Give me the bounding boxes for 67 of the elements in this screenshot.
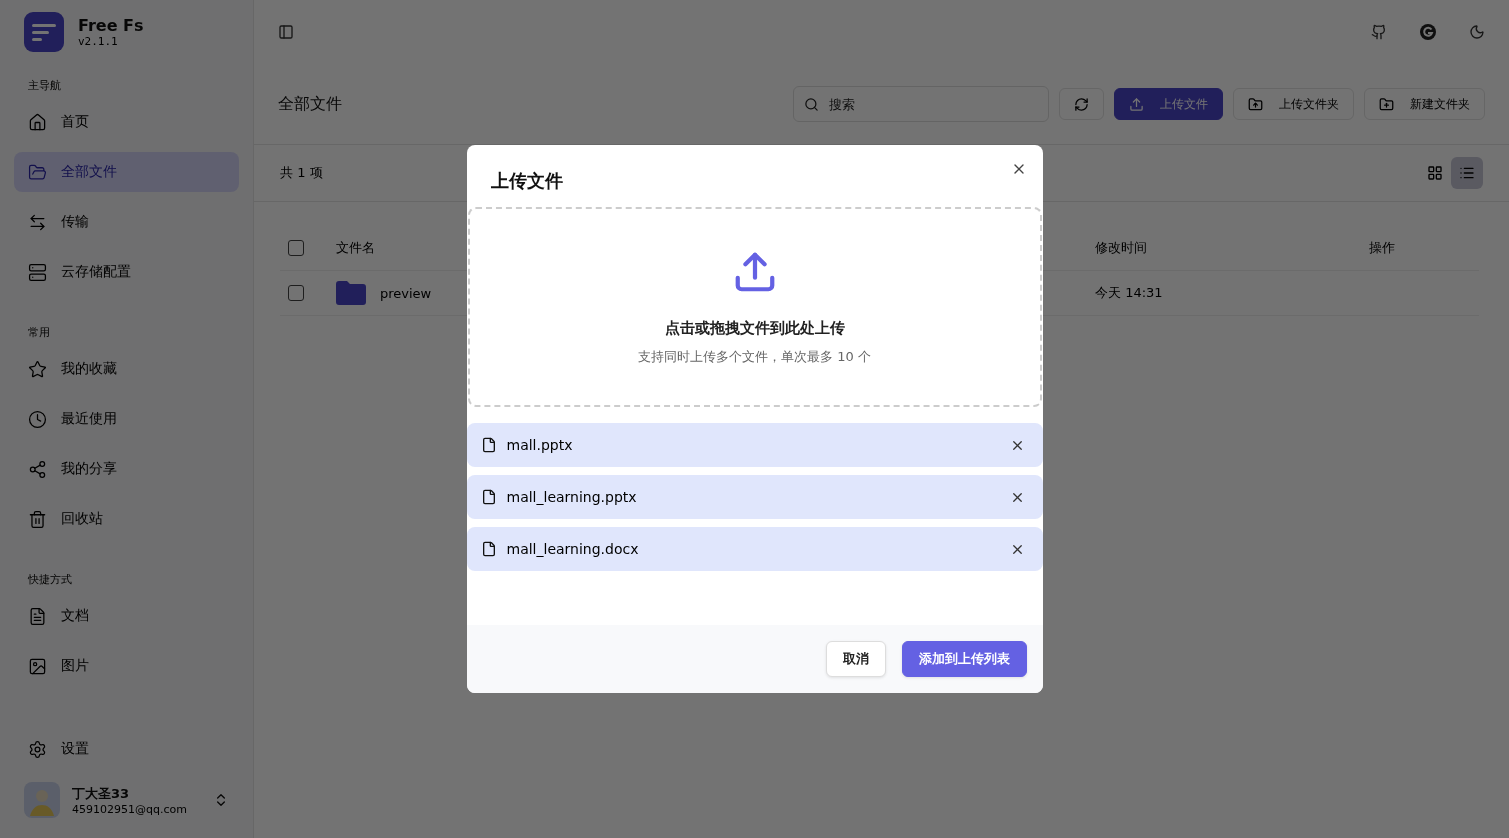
checkbox[interactable] xyxy=(288,240,304,256)
table-cell: 今天 14:31 xyxy=(1095,284,1163,302)
list-view-button[interactable] xyxy=(1451,157,1483,189)
drop-title: 点击或拖拽文件到此处上传 xyxy=(664,318,845,338)
file-icon xyxy=(480,489,497,505)
avatar xyxy=(24,782,60,818)
column-header: 操作 xyxy=(1369,239,1395,257)
cancel-button[interactable]: 取消 xyxy=(825,641,886,677)
image-icon xyxy=(28,656,47,676)
sidebar-item[interactable]: 我的分享 xyxy=(14,449,239,489)
item-count: 共 1 项 xyxy=(280,164,323,182)
folder-upload-icon xyxy=(1248,96,1263,112)
sidebar-item[interactable]: 传输 xyxy=(14,202,239,242)
panel-icon xyxy=(278,24,294,40)
folder-icon xyxy=(336,281,366,305)
sidebar-item[interactable]: 首页 xyxy=(14,102,239,142)
grid-icon xyxy=(1427,165,1443,181)
sidebar-item[interactable]: 文档 xyxy=(14,596,239,636)
search-field[interactable]: 搜索 xyxy=(793,86,1049,122)
folder-plus-icon xyxy=(1379,96,1394,112)
upload-icon xyxy=(1129,96,1144,112)
sidebar-item[interactable]: 最近使用 xyxy=(14,399,239,439)
app-name: Free Fs xyxy=(78,16,144,35)
trash-icon xyxy=(28,509,47,529)
column-header: 修改时间 xyxy=(1095,239,1147,257)
section-label: 主导航 xyxy=(27,78,62,94)
file-name: mall.pptx xyxy=(506,437,573,453)
sidebar-item[interactable]: 云存储配置 xyxy=(14,252,239,292)
user-name: 丁大圣33 xyxy=(72,784,131,803)
folder-icon xyxy=(28,162,47,182)
dialog-title: 上传文件 xyxy=(490,169,563,193)
file-name: mall_learning.docx xyxy=(506,541,639,557)
drop-zone[interactable]: 点击或拖拽文件到此处上传 支持同时上传多个文件，单次最多 10 个 xyxy=(467,207,1042,407)
server-icon xyxy=(28,262,47,282)
settings-icon xyxy=(28,739,47,759)
list-icon xyxy=(1459,165,1475,181)
file-icon xyxy=(480,541,497,557)
search-input[interactable]: 搜索 xyxy=(827,88,1038,120)
star-icon xyxy=(28,359,47,379)
clock-icon xyxy=(28,409,47,429)
page-title: 全部文件 xyxy=(278,93,343,115)
logo-icon xyxy=(24,12,64,52)
sidebar-item[interactable]: 图片 xyxy=(14,646,239,686)
file-icon xyxy=(480,437,497,453)
settings-item[interactable]: 设置 xyxy=(14,729,239,769)
arrows-icon xyxy=(28,212,47,232)
home-icon xyxy=(28,112,47,132)
refresh-button[interactable] xyxy=(1059,88,1104,120)
document-icon xyxy=(28,606,47,626)
toolbar-button[interactable]: 新建文件夹 xyxy=(1364,88,1485,120)
refresh-icon xyxy=(1074,96,1089,112)
add-to-list-button[interactable]: 添加到上传列表 xyxy=(901,641,1027,677)
sidebar-item[interactable]: 回收站 xyxy=(14,499,239,539)
sidebar-item[interactable]: 全部文件 xyxy=(14,152,239,192)
share-icon xyxy=(28,459,47,479)
column-header: 文件名 xyxy=(336,239,375,257)
toolbar-button[interactable]: 上传文件夹 xyxy=(1233,88,1354,120)
user-email: 459102951@qq.com xyxy=(72,802,188,816)
checkbox[interactable] xyxy=(288,285,304,301)
file-name[interactable]: preview xyxy=(380,285,432,301)
drop-hint: 支持同时上传多个文件，单次最多 10 个 xyxy=(638,347,871,366)
search-icon xyxy=(804,96,819,112)
file-name: mall_learning.pptx xyxy=(506,489,637,505)
section-label: 快捷方式 xyxy=(27,572,73,588)
section-label: 常用 xyxy=(27,325,51,341)
sidebar-item[interactable]: 我的收藏 xyxy=(14,349,239,389)
version-label: v2.1.1 xyxy=(78,35,119,48)
